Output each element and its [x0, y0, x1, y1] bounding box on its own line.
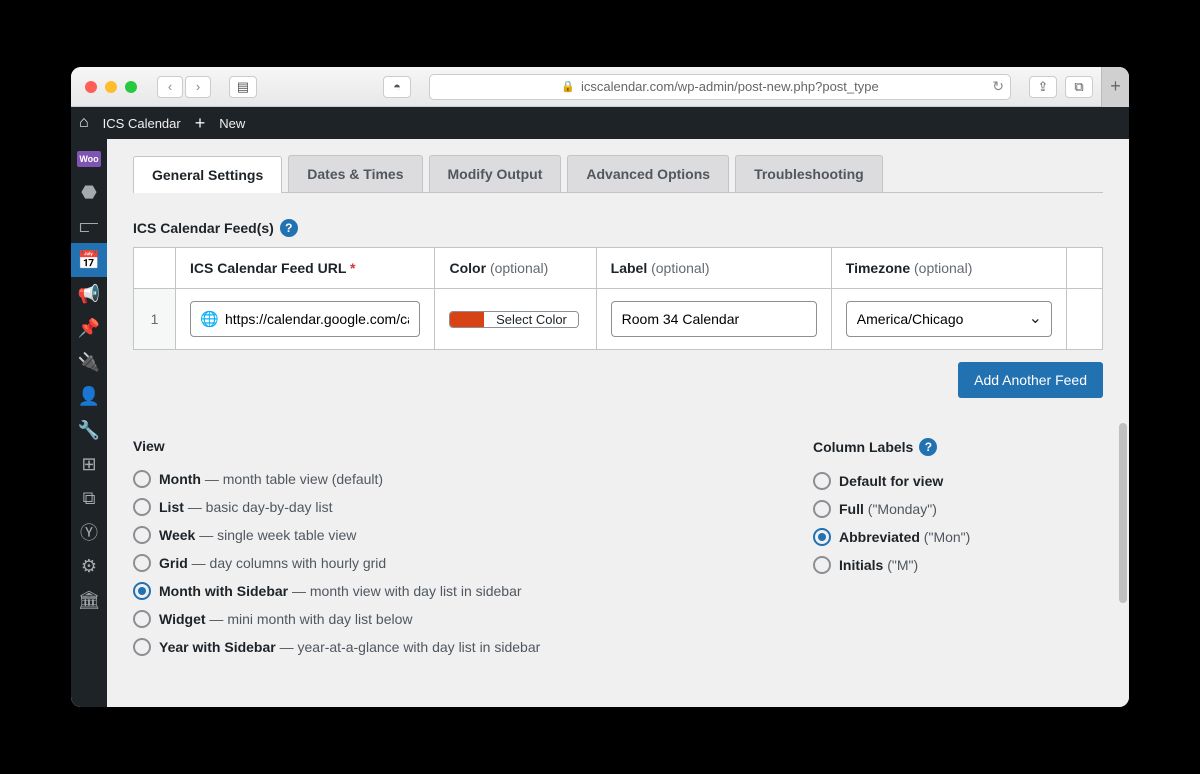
feeds-heading: ICS Calendar Feed(s) ? — [133, 219, 1103, 237]
feed-url-input[interactable] — [190, 301, 420, 337]
forward-button[interactable]: › — [185, 76, 211, 98]
main-content: General Settings Dates & Times Modify Ou… — [107, 139, 1129, 707]
plus-icon[interactable]: + — [195, 113, 206, 134]
timezone-select[interactable] — [846, 301, 1052, 337]
collabel-option-default-for-view[interactable]: Default for view — [813, 472, 1103, 490]
sidebar-toggle-button[interactable]: ▤ — [229, 76, 257, 98]
radio-icon — [813, 556, 831, 574]
radio-icon — [133, 498, 151, 516]
home-icon[interactable]: ⌂ — [79, 114, 89, 132]
radio-icon — [133, 638, 151, 656]
tab-general-settings[interactable]: General Settings — [133, 156, 282, 193]
view-option-week[interactable]: Week — single week table view — [133, 526, 753, 544]
titlebar: ‹ › ▤ ◓ 🔒 icscalendar.com/wp-admin/post-… — [71, 67, 1129, 107]
col-color: Color (optional) — [435, 248, 596, 289]
help-icon[interactable]: ? — [919, 438, 937, 456]
sidebar-item-calendar[interactable]: 📅 — [71, 243, 107, 277]
feed-table: ICS Calendar Feed URL * Color (optional)… — [133, 247, 1103, 350]
radio-icon — [133, 610, 151, 628]
col-label: Label (optional) — [596, 248, 831, 289]
radio-icon — [133, 554, 151, 572]
view-option-grid[interactable]: Grid — day columns with hourly grid — [133, 554, 753, 572]
sidebar-item-cog[interactable]: ⚙ — [71, 549, 107, 583]
tab-troubleshooting[interactable]: Troubleshooting — [735, 155, 883, 192]
sidebar-item-plug[interactable]: 🔌 — [71, 345, 107, 379]
column-labels-heading: Column Labels ? — [813, 438, 1103, 456]
collabel-option-initials[interactable]: Initials ("M") — [813, 556, 1103, 574]
color-picker-label: Select Color — [484, 312, 578, 327]
url-text: icscalendar.com/wp-admin/post-new.php?po… — [581, 79, 879, 94]
help-icon[interactable]: ? — [280, 219, 298, 237]
sidebar-item-yoast[interactable]: Ⓨ — [71, 515, 107, 549]
sidebar-item-box[interactable]: ⬣ — [71, 175, 107, 209]
sidebar-item-users[interactable]: 👤 — [71, 379, 107, 413]
sidebar-item-settings[interactable]: ⧉ — [71, 481, 107, 515]
minimize-window-button[interactable] — [105, 81, 117, 93]
radio-icon — [133, 470, 151, 488]
add-feed-button[interactable]: Add Another Feed — [958, 362, 1103, 398]
radio-icon — [133, 526, 151, 544]
view-option-month-with-sidebar[interactable]: Month with Sidebar — month view with day… — [133, 582, 753, 600]
sidebar-item-tools[interactable]: 🔧 — [71, 413, 107, 447]
color-swatch — [450, 312, 484, 327]
color-picker[interactable]: Select Color — [449, 311, 579, 328]
feed-row: 1 🌐 Select Color — [134, 289, 1103, 350]
sidebar-item-campaign[interactable]: 📢 — [71, 277, 107, 311]
sidebar-item-stats[interactable]: ⫍ — [71, 209, 107, 243]
url-bar[interactable]: 🔒 icscalendar.com/wp-admin/post-new.php?… — [429, 74, 1011, 100]
tabs-button[interactable]: ⧉ — [1065, 76, 1093, 98]
zoom-window-button[interactable] — [125, 81, 137, 93]
wp-sidebar: Woo ⬣ ⫍ 📅 📢 📌 🔌 👤 🔧 ⊞ ⧉ Ⓨ ⚙ 🏛 — [71, 139, 107, 707]
radio-icon — [133, 582, 151, 600]
tab-advanced-options[interactable]: Advanced Options — [567, 155, 729, 192]
browser-window: ‹ › ▤ ◓ 🔒 icscalendar.com/wp-admin/post-… — [71, 67, 1129, 707]
collabel-option-full[interactable]: Full ("Monday") — [813, 500, 1103, 518]
lock-icon: 🔒 — [561, 80, 575, 93]
tab-modify-output[interactable]: Modify Output — [429, 155, 562, 192]
sidebar-item-pin[interactable]: 📌 — [71, 311, 107, 345]
view-option-month[interactable]: Month — month table view (default) — [133, 470, 753, 488]
feed-label-input[interactable] — [611, 301, 817, 337]
reload-icon[interactable]: ↻ — [992, 78, 1004, 95]
wp-admin-bar: ⌂ ICS Calendar + New — [71, 107, 1129, 139]
sidebar-item-woo[interactable]: Woo — [77, 151, 101, 167]
radio-icon — [813, 500, 831, 518]
sidebar-item-institution[interactable]: 🏛 — [71, 583, 107, 617]
globe-icon: 🌐 — [200, 310, 219, 328]
tab-dates-times[interactable]: Dates & Times — [288, 155, 422, 192]
share-button[interactable]: ⇪ — [1029, 76, 1057, 98]
view-option-widget[interactable]: Widget — mini month with day list below — [133, 610, 753, 628]
new-tab-button[interactable]: + — [1101, 67, 1129, 107]
close-window-button[interactable] — [85, 81, 97, 93]
collabel-option-abbreviated[interactable]: Abbreviated ("Mon") — [813, 528, 1103, 546]
scrollbar[interactable] — [1119, 423, 1127, 603]
settings-tabs: General Settings Dates & Times Modify Ou… — [133, 155, 1103, 193]
view-option-year-with-sidebar[interactable]: Year with Sidebar — year-at-a-glance wit… — [133, 638, 753, 656]
view-option-list[interactable]: List — basic day-by-day list — [133, 498, 753, 516]
back-button[interactable]: ‹ — [157, 76, 183, 98]
col-tz: Timezone (optional) — [831, 248, 1066, 289]
view-heading: View — [133, 438, 753, 454]
site-name[interactable]: ICS Calendar — [103, 116, 181, 131]
row-number: 1 — [134, 289, 176, 350]
new-link[interactable]: New — [219, 116, 245, 131]
radio-icon — [813, 528, 831, 546]
col-url: ICS Calendar Feed URL * — [176, 248, 435, 289]
radio-icon — [813, 472, 831, 490]
sidebar-item-grid[interactable]: ⊞ — [71, 447, 107, 481]
privacy-button[interactable]: ◓ — [383, 76, 411, 98]
